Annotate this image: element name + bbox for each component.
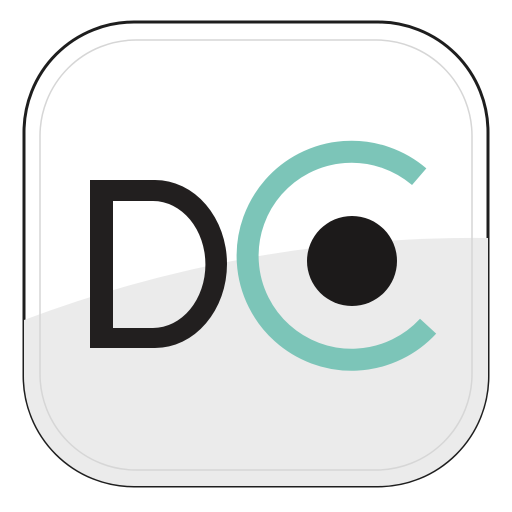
app-icon-svg: [22, 20, 490, 488]
app-icon[interactable]: [0, 0, 512, 512]
dot-glyph: [307, 216, 397, 306]
